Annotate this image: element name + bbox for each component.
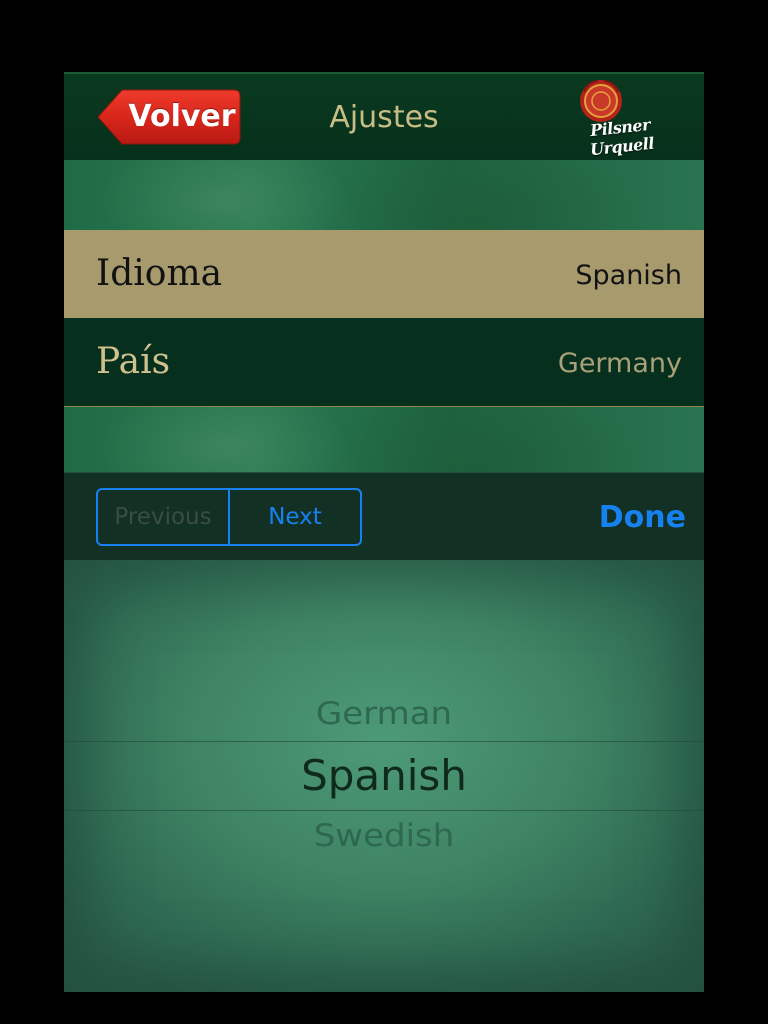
back-button[interactable]: Volver bbox=[96, 88, 242, 146]
settings-row-country[interactable]: País Germany bbox=[64, 318, 704, 406]
background-texture bbox=[64, 160, 704, 230]
row-label: Idioma bbox=[96, 253, 223, 294]
picker-selection-line bbox=[64, 810, 704, 811]
row-value: Germany bbox=[557, 348, 682, 379]
navigation-bar: Volver Ajustes Pilsner Urquell bbox=[64, 72, 704, 160]
picker-selection-line bbox=[64, 741, 704, 742]
language-picker[interactable]: German Spanish Swedish bbox=[64, 560, 704, 992]
picker-option[interactable]: German bbox=[64, 690, 704, 738]
brand-logo: Pilsner Urquell bbox=[562, 78, 680, 159]
input-accessory-toolbar: Previous Next Done bbox=[64, 472, 704, 561]
done-button[interactable]: Done bbox=[599, 473, 686, 561]
picker-option[interactable]: Swedish bbox=[64, 812, 704, 860]
row-label: País bbox=[96, 341, 171, 382]
row-value: Spanish bbox=[575, 260, 682, 291]
background-texture bbox=[64, 406, 704, 473]
previous-next-control: Previous Next bbox=[96, 488, 362, 546]
previous-button[interactable]: Previous bbox=[98, 490, 230, 544]
wax-seal-icon bbox=[580, 80, 622, 122]
settings-row-language[interactable]: Idioma Spanish bbox=[64, 230, 704, 318]
settings-screen: Volver Ajustes Pilsner Urquell Idioma Sp… bbox=[64, 72, 704, 992]
picker-selected-option[interactable]: Spanish bbox=[64, 744, 704, 808]
page-title: Ajustes bbox=[329, 100, 439, 135]
next-button[interactable]: Next bbox=[230, 490, 360, 544]
back-button-label: Volver bbox=[128, 99, 236, 134]
